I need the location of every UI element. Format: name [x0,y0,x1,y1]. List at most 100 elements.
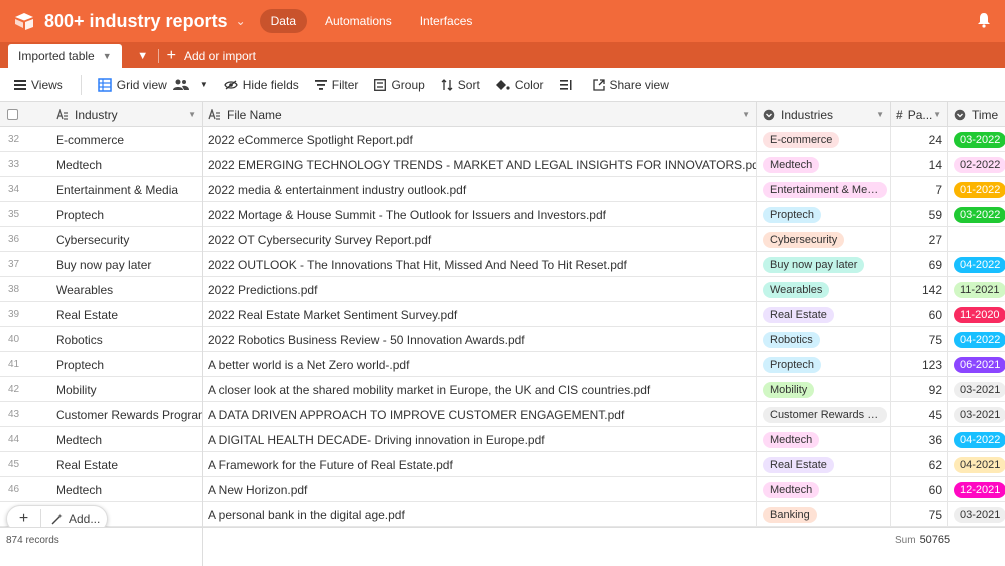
table-row[interactable]: 36 Cybersecurity 2022 OT Cybersecurity Sur… [0,227,1005,252]
time-cell[interactable]: 04-2022 [948,327,1005,352]
file-name-cell[interactable]: 2022 EMERGING TECHNOLOGY TRENDS - MARKET… [203,152,757,177]
pages-cell[interactable]: 60 [891,302,948,327]
pages-cell[interactable]: 14 [891,152,948,177]
file-name-cell[interactable]: A personal bank in the digital age.pdf [203,502,757,527]
industry-cell[interactable]: Real Estate [48,302,203,327]
file-name-cell[interactable]: 2022 media & entertainment industry outl… [203,177,757,202]
chevron-down-icon[interactable]: ▼ [188,110,196,119]
time-cell[interactable]: 02-2022 [948,152,1005,177]
file-name-cell[interactable]: A DIGITAL HEALTH DECADE- Driving innovat… [203,427,757,452]
file-name-cell[interactable]: 2022 Mortage & House Summit - The Outloo… [203,202,757,227]
bell-icon[interactable] [977,12,991,28]
column-header-pages[interactable]: # Pa... ▼ [891,102,948,127]
views-button[interactable]: Views [14,74,82,95]
file-name-cell[interactable]: A better world is a Net Zero world-.pdf [203,352,757,377]
pages-sum[interactable]: Sum 50765 [895,534,950,546]
industry-cell[interactable]: Wearables [48,277,203,302]
industry-cell[interactable]: Medtech [48,152,203,177]
industry-cell[interactable]: Cybersecurity [48,227,203,252]
group-button[interactable]: Group [374,78,425,92]
pages-cell[interactable]: 60 [891,477,948,502]
add-record-button[interactable]: + [7,509,41,529]
time-cell[interactable]: 03-2021 [948,377,1005,402]
industries-cell[interactable]: Medtech [757,152,891,177]
table-row[interactable]: 44 Medtech A DIGITAL HEALTH DECADE- Drivin… [0,427,1005,452]
color-button[interactable]: Color [495,78,544,92]
tables-dropdown-icon[interactable]: ▼ [132,44,154,68]
grid-view-button[interactable]: Grid view ▼ [98,78,208,92]
pages-cell[interactable]: 75 [891,502,948,527]
table-row[interactable]: 43 Customer Rewards Program A DATA DRIVEN … [0,402,1005,427]
row-height-button[interactable] [559,79,577,91]
industries-cell[interactable]: Cybersecurity [757,227,891,252]
industry-cell[interactable]: Buy now pay later [48,252,203,277]
time-cell[interactable]: 03-2022 [948,202,1005,227]
table-row[interactable]: 40 Robotics 2022 Robotics Business Review … [0,327,1005,352]
pages-cell[interactable]: 142 [891,277,948,302]
industries-cell[interactable]: Mobility [757,377,891,402]
industries-cell[interactable]: Proptech [757,352,891,377]
pages-cell[interactable]: 7 [891,177,948,202]
add-or-import-button[interactable]: + Add or import [167,44,256,68]
industries-cell[interactable]: Banking [757,502,891,527]
industries-cell[interactable]: Wearables [757,277,891,302]
time-cell[interactable]: 01-2022 [948,177,1005,202]
time-cell[interactable]: 03-2021 [948,402,1005,427]
nav-interfaces[interactable]: Interfaces [410,9,483,33]
hide-fields-button[interactable]: Hide fields [224,78,299,92]
file-name-cell[interactable]: A Framework for the Future of Real Estat… [203,452,757,477]
file-name-cell[interactable]: 2022 OUTLOOK - The Innovations That Hit,… [203,252,757,277]
base-title[interactable]: 800+ industry reports [44,11,228,32]
time-cell[interactable]: 11-2020 [948,302,1005,327]
logo-icon[interactable] [14,12,34,30]
table-row[interactable]: 45 Real Estate A Framework for the Future … [0,452,1005,477]
time-cell[interactable]: 11-2021 [948,277,1005,302]
column-header-industries[interactable]: Industries ▼ [757,102,891,127]
chevron-down-icon[interactable]: ▼ [200,80,208,89]
pages-cell[interactable]: 123 [891,352,948,377]
file-name-cell[interactable]: 2022 Real Estate Market Sentiment Survey… [203,302,757,327]
file-name-cell[interactable]: A closer look at the shared mobility mar… [203,377,757,402]
pages-cell[interactable]: 36 [891,427,948,452]
chevron-down-icon[interactable]: ▼ [103,51,112,61]
industry-cell[interactable]: Entertainment & Media [48,177,203,202]
industry-cell[interactable]: Medtech [48,427,203,452]
table-row[interactable]: 37 Buy now pay later 2022 OUTLOOK - The In… [0,252,1005,277]
file-name-cell[interactable]: 2022 eCommerce Spotlight Report.pdf [203,127,757,152]
industries-cell[interactable]: Real Estate [757,452,891,477]
table-row[interactable]: 32 E-commerce 2022 eCommerce Spotlight Rep… [0,127,1005,152]
industries-cell[interactable]: Customer Rewards Pro... [757,402,891,427]
industries-cell[interactable]: Proptech [757,202,891,227]
chevron-down-icon[interactable]: ▼ [933,110,941,119]
chevron-down-icon[interactable]: ▼ [876,110,884,119]
table-row[interactable]: 46 Medtech A New Horizon.pdf Medtech 60 12-20… [0,477,1005,502]
add-menu-button[interactable]: Add... [51,512,100,526]
column-header-industry[interactable]: Industry ▼ [48,102,203,127]
nav-automations[interactable]: Automations [315,9,402,33]
pages-cell[interactable]: 62 [891,452,948,477]
file-name-cell[interactable]: A New Horizon.pdf [203,477,757,502]
time-cell[interactable] [948,227,1005,252]
share-view-button[interactable]: Share view [592,78,669,92]
time-cell[interactable]: 04-2021 [948,452,1005,477]
column-header-time[interactable]: Time [948,102,1005,127]
time-cell[interactable]: 04-2022 [948,252,1005,277]
column-header-file-name[interactable]: File Name ▼ [203,102,757,127]
time-cell[interactable]: 04-2022 [948,427,1005,452]
time-cell[interactable]: 03-2022 [948,127,1005,152]
industries-cell[interactable]: E-commerce [757,127,891,152]
time-cell[interactable]: 06-2021 [948,352,1005,377]
pages-cell[interactable]: 45 [891,402,948,427]
industries-cell[interactable]: Robotics [757,327,891,352]
industry-cell[interactable]: Mobility [48,377,203,402]
pages-cell[interactable]: 27 [891,227,948,252]
industries-cell[interactable]: Medtech [757,477,891,502]
industries-cell[interactable]: Entertainment & Media [757,177,891,202]
time-cell[interactable]: 03-2021 [948,502,1005,527]
table-row[interactable]: 35 Proptech 2022 Mortage & House Summit - … [0,202,1005,227]
pages-cell[interactable]: 92 [891,377,948,402]
table-row[interactable]: 33 Medtech 2022 EMERGING TECHNOLOGY TRENDS… [0,152,1005,177]
industry-cell[interactable]: Medtech [48,477,203,502]
table-row[interactable]: 34 Entertainment & Media 2022 media & ente… [0,177,1005,202]
table-row[interactable]: 39 Real Estate 2022 Real Estate Market Sen… [0,302,1005,327]
